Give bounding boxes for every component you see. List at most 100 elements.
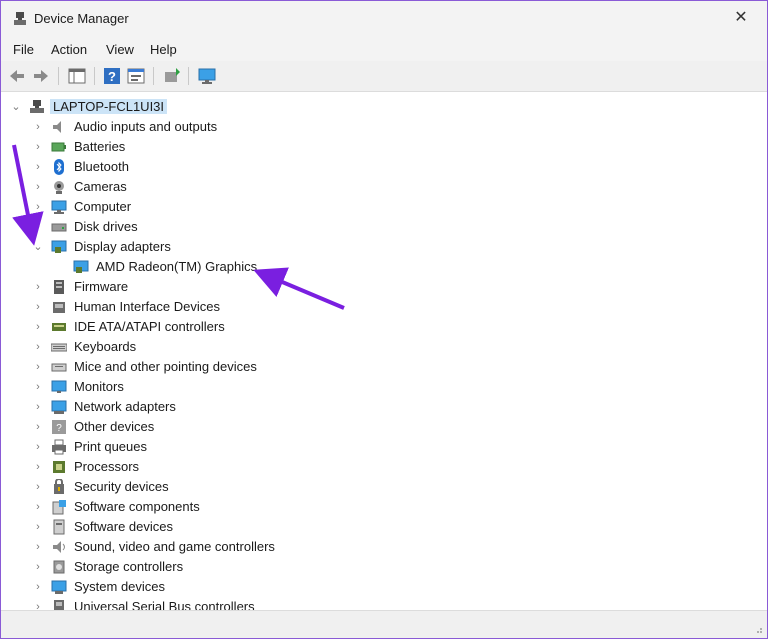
- close-button[interactable]: ✕: [733, 10, 749, 26]
- tree-category-row[interactable]: › Processors: [1, 457, 767, 477]
- properties-grid-icon[interactable]: [67, 66, 87, 86]
- chevron-right-icon[interactable]: ›: [33, 200, 43, 214]
- chevron-right-icon[interactable]: ›: [33, 360, 43, 374]
- toolbar-separator: [58, 67, 59, 85]
- tree-category-label[interactable]: Disk drives: [74, 219, 138, 234]
- tree-category-row[interactable]: › Network adapters: [1, 397, 767, 417]
- tree-category-label[interactable]: Monitors: [74, 379, 124, 394]
- chevron-right-icon[interactable]: ›: [33, 120, 43, 134]
- chevron-right-icon[interactable]: ›: [33, 500, 43, 514]
- tree-category-row[interactable]: › Batteries: [1, 137, 767, 157]
- menu-action[interactable]: Action: [51, 42, 87, 57]
- chevron-right-icon[interactable]: ›: [33, 420, 43, 434]
- chevron-right-icon[interactable]: ›: [33, 380, 43, 394]
- chevron-right-icon[interactable]: ›: [33, 140, 43, 154]
- chevron-right-icon[interactable]: ›: [33, 220, 43, 234]
- update-driver-icon[interactable]: [162, 66, 182, 86]
- help-icon[interactable]: ?: [102, 66, 122, 86]
- tree-category-label[interactable]: System devices: [74, 579, 165, 594]
- tree-category-row[interactable]: › Bluetooth: [1, 157, 767, 177]
- tree-category-label[interactable]: Network adapters: [74, 399, 176, 414]
- chevron-right-icon[interactable]: ›: [33, 340, 43, 354]
- tree-category-row[interactable]: › Universal Serial Bus controllers: [1, 597, 767, 611]
- tree-category-row[interactable]: › Security devices: [1, 477, 767, 497]
- title-bar[interactable]: Device Manager ✕: [1, 1, 767, 37]
- chevron-right-icon[interactable]: ›: [33, 320, 43, 334]
- chevron-right-icon[interactable]: ›: [33, 280, 43, 294]
- tree-category-label[interactable]: Print queues: [74, 439, 147, 454]
- display-adapter-icon: [51, 240, 67, 253]
- tree-device-label[interactable]: AMD Radeon(TM) Graphics: [96, 259, 257, 274]
- chevron-right-icon[interactable]: ›: [33, 440, 43, 454]
- resize-grip-icon[interactable]: [753, 624, 763, 634]
- tree-category-label[interactable]: Cameras: [74, 179, 127, 194]
- tree-device-row[interactable]: AMD Radeon(TM) Graphics: [1, 257, 767, 277]
- tree-category-label[interactable]: Keyboards: [74, 339, 136, 354]
- tree-category-row[interactable]: › Print queues: [1, 437, 767, 457]
- chevron-down-icon[interactable]: ⌄: [33, 240, 43, 254]
- tree-category-row[interactable]: › Disk drives: [1, 217, 767, 237]
- tree-category-label[interactable]: Human Interface Devices: [74, 299, 220, 314]
- chevron-right-icon[interactable]: ›: [33, 180, 43, 194]
- chevron-right-icon[interactable]: ›: [33, 580, 43, 594]
- camera-icon: [54, 181, 64, 194]
- menu-file[interactable]: File: [13, 42, 34, 57]
- tree-category-row[interactable]: › Monitors: [1, 377, 767, 397]
- tree-category-row[interactable]: › Audio inputs and outputs: [1, 117, 767, 137]
- properties-icon[interactable]: [126, 66, 146, 86]
- tree-category-row[interactable]: › Sound, video and game controllers: [1, 537, 767, 557]
- device-tree[interactable]: ⌄ LAPTOP-FCL1UI3I › Audio inputs and outp…: [1, 92, 767, 611]
- chevron-right-icon[interactable]: ›: [33, 560, 43, 574]
- tree-category-label[interactable]: IDE ATA/ATAPI controllers: [74, 319, 225, 334]
- computer-name[interactable]: LAPTOP-FCL1UI3I: [50, 99, 168, 114]
- tree-category-label[interactable]: Firmware: [74, 279, 128, 294]
- tree-category-label[interactable]: Processors: [74, 459, 139, 474]
- tree-category-row[interactable]: › Cameras: [1, 177, 767, 197]
- tree-category-row[interactable]: › System devices: [1, 577, 767, 597]
- bluetooth-icon: [54, 159, 64, 175]
- chevron-down-icon[interactable]: ⌄: [11, 100, 21, 114]
- tree-category-row[interactable]: › Computer: [1, 197, 767, 217]
- tree-category-label[interactable]: Mice and other pointing devices: [74, 359, 257, 374]
- amd-gpu-icon: [73, 260, 89, 273]
- tree-category-label[interactable]: Other devices: [74, 419, 154, 434]
- chevron-right-icon[interactable]: ›: [33, 460, 43, 474]
- tree-category-label[interactable]: Display adapters: [74, 239, 171, 254]
- tree-category-label[interactable]: Software components: [74, 499, 200, 514]
- toolbar: ?: [1, 61, 767, 92]
- chevron-right-icon[interactable]: ›: [33, 160, 43, 174]
- tree-category-label[interactable]: Software devices: [74, 519, 173, 534]
- tree-category-row[interactable]: ›? Other devices: [1, 417, 767, 437]
- tree-category-row[interactable]: › Mice and other pointing devices: [1, 357, 767, 377]
- tree-category-row[interactable]: ⌄ Display adapters: [1, 237, 767, 257]
- chevron-right-icon[interactable]: ›: [33, 520, 43, 534]
- forward-icon[interactable]: [31, 66, 51, 86]
- tree-category-row[interactable]: › Software devices: [1, 517, 767, 537]
- chevron-right-icon[interactable]: ›: [33, 300, 43, 314]
- tree-category-row[interactable]: › Keyboards: [1, 337, 767, 357]
- tree-category-label[interactable]: Audio inputs and outputs: [74, 119, 217, 134]
- system-device-icon: [51, 580, 67, 594]
- back-icon[interactable]: [7, 66, 27, 86]
- tree-category-row[interactable]: › Storage controllers: [1, 557, 767, 577]
- chevron-right-icon[interactable]: ›: [33, 540, 43, 554]
- toolbar-separator: [94, 67, 95, 85]
- tree-root[interactable]: ⌄ LAPTOP-FCL1UI3I: [1, 97, 767, 117]
- tree-category-row[interactable]: › IDE ATA/ATAPI controllers: [1, 317, 767, 337]
- monitor-icon[interactable]: [197, 66, 217, 86]
- tree-category-row[interactable]: › Software components: [1, 497, 767, 517]
- chevron-right-icon[interactable]: ›: [33, 400, 43, 414]
- tree-category-label[interactable]: Security devices: [74, 479, 169, 494]
- tree-category-label[interactable]: Computer: [74, 199, 131, 214]
- chevron-right-icon[interactable]: ›: [33, 480, 43, 494]
- menu-help[interactable]: Help: [150, 42, 177, 57]
- ide-controller-icon: [52, 323, 66, 331]
- tree-category-row[interactable]: › Firmware: [1, 277, 767, 297]
- tree-category-label[interactable]: Bluetooth: [74, 159, 129, 174]
- tree-category-row[interactable]: › Human Interface Devices: [1, 297, 767, 317]
- tree-category-label[interactable]: Storage controllers: [74, 559, 183, 574]
- tree-category-label[interactable]: Batteries: [74, 139, 125, 154]
- tree-category-label[interactable]: Sound, video and game controllers: [74, 539, 275, 554]
- disk-drive-icon: [51, 223, 67, 232]
- menu-view[interactable]: View: [106, 42, 134, 57]
